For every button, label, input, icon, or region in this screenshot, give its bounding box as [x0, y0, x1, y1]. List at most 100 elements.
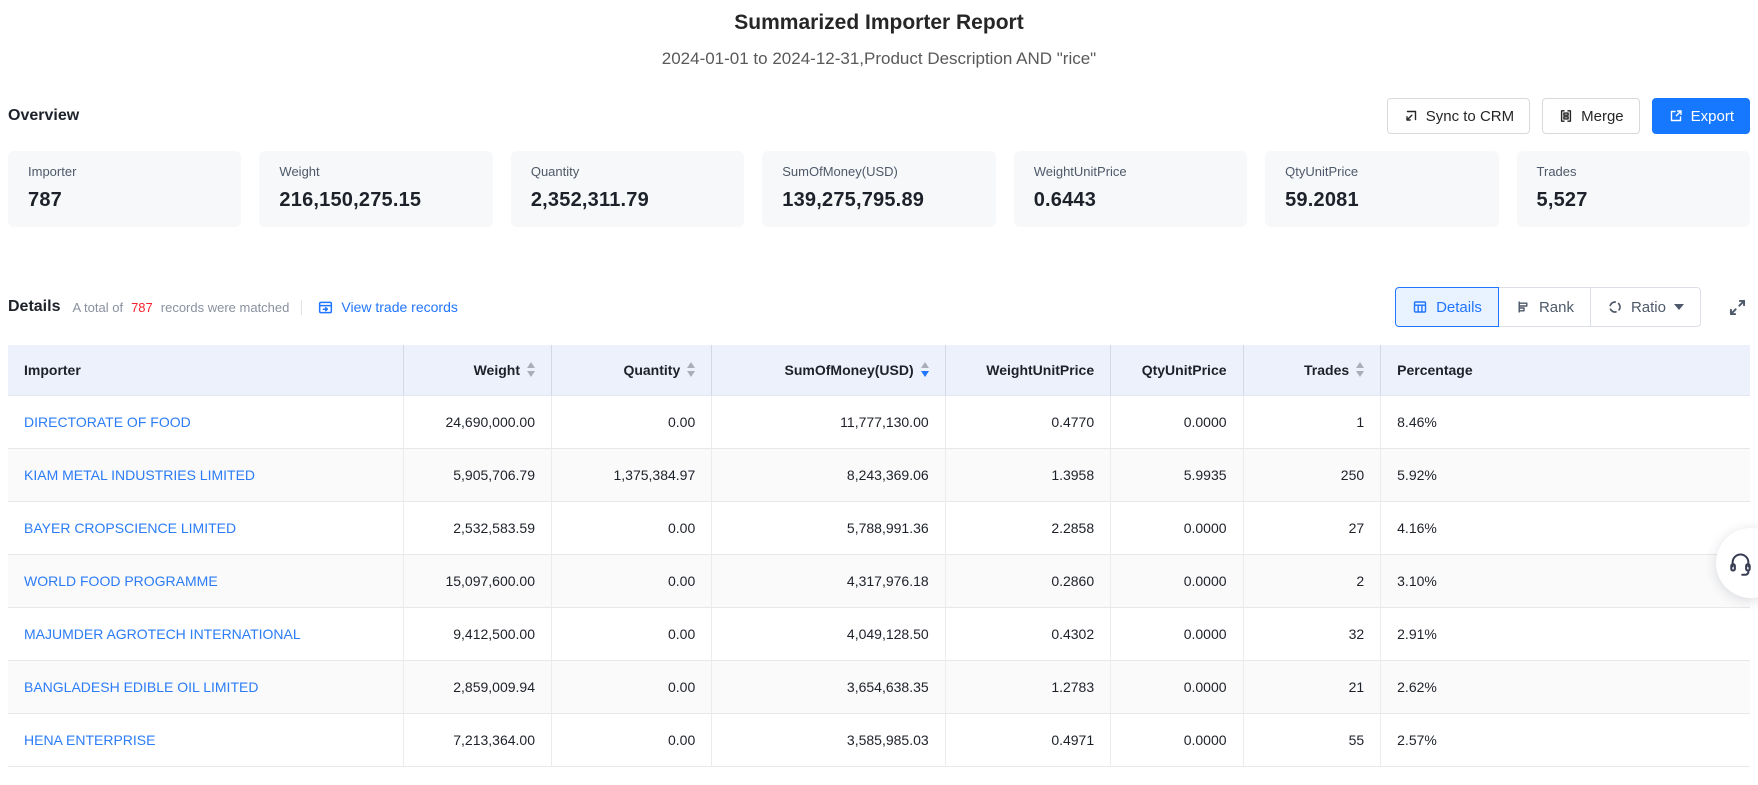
- sort-control[interactable]: [687, 362, 695, 377]
- view-trade-records-link[interactable]: View trade records: [317, 299, 457, 316]
- sort-desc-icon[interactable]: [1356, 371, 1364, 377]
- column-header-weight[interactable]: Weight: [403, 345, 551, 395]
- sort-asc-icon[interactable]: [921, 362, 929, 368]
- sort-control[interactable]: [1356, 362, 1364, 377]
- stat-card-sum-of-money: SumOfMoney(USD) 139,275,795.89: [762, 151, 995, 227]
- percentage-cell: 2.91%: [1381, 607, 1750, 660]
- importer-link[interactable]: BAYER CROPSCIENCE LIMITED: [24, 520, 236, 536]
- qty-unit-price-cell: 0.0000: [1111, 395, 1243, 448]
- sort-asc-icon[interactable]: [687, 362, 695, 368]
- stat-label: Trades: [1537, 164, 1730, 180]
- weight-unit-price-cell: 0.4302: [945, 607, 1110, 660]
- percentage-cell: 4.16%: [1381, 501, 1750, 554]
- overview-header-row: Overview Sync to CRM: [8, 98, 1750, 134]
- tab-ratio-view[interactable]: Ratio: [1590, 287, 1701, 327]
- caret-down-icon: [1674, 304, 1684, 310]
- sort-desc-icon[interactable]: [687, 371, 695, 377]
- records-matched-text: A total of 787 records were matched: [72, 300, 289, 315]
- details-header-row: Details A total of 787 records were matc…: [8, 287, 1750, 327]
- sum-of-money-cell: 3,654,638.35: [712, 660, 945, 713]
- table-row: BAYER CROPSCIENCE LIMITED 2,532,583.59 0…: [8, 501, 1750, 554]
- sync-to-crm-icon: [1403, 108, 1419, 124]
- qty-unit-price-cell: 5.9935: [1111, 448, 1243, 501]
- sync-to-crm-label: Sync to CRM: [1426, 108, 1514, 125]
- stat-value: 59.2081: [1285, 189, 1478, 212]
- trades-cell: 1: [1243, 395, 1381, 448]
- table-row: WORLD FOOD PROGRAMME 15,097,600.00 0.00 …: [8, 554, 1750, 607]
- stat-label: QtyUnitPrice: [1285, 164, 1478, 180]
- export-label: Export: [1691, 108, 1734, 125]
- percentage-cell: 2.62%: [1381, 660, 1750, 713]
- merge-button[interactable]: Merge: [1542, 98, 1640, 134]
- ratio-view-label: Ratio: [1631, 299, 1666, 316]
- percentage-cell: 2.57%: [1381, 713, 1750, 766]
- column-header-quantity[interactable]: Quantity: [551, 345, 711, 395]
- percentage-cell: 8.46%: [1381, 395, 1750, 448]
- page-title: Summarized Importer Report: [8, 10, 1750, 36]
- view-mode-segmented-control: Details Rank: [1395, 287, 1701, 327]
- vertical-divider: [301, 300, 302, 315]
- column-header-qty-unit-price: QtyUnitPrice: [1111, 345, 1243, 395]
- qty-unit-price-cell: 0.0000: [1111, 554, 1243, 607]
- table-header-row: Importer Weight Quantity SumOfMoney(USD): [8, 345, 1750, 395]
- overview-stat-cards: Importer 787 Weight 216,150,275.15 Quant…: [8, 151, 1750, 227]
- sort-desc-icon-active[interactable]: [921, 371, 929, 377]
- quantity-cell: 0.00: [551, 395, 711, 448]
- weight-unit-price-cell: 1.2783: [945, 660, 1110, 713]
- sort-desc-icon[interactable]: [527, 371, 535, 377]
- sort-control[interactable]: [527, 362, 535, 377]
- quantity-cell: 0.00: [551, 501, 711, 554]
- export-button[interactable]: Export: [1652, 98, 1750, 134]
- qty-unit-price-cell: 0.0000: [1111, 713, 1243, 766]
- importer-link[interactable]: MAJUMDER AGROTECH INTERNATIONAL: [24, 626, 301, 642]
- sort-control[interactable]: [921, 362, 929, 377]
- weight-cell: 24,690,000.00: [403, 395, 551, 448]
- importer-link[interactable]: KIAM METAL INDUSTRIES LIMITED: [24, 467, 255, 483]
- importer-link[interactable]: BANGLADESH EDIBLE OIL LIMITED: [24, 679, 258, 695]
- column-header-trades[interactable]: Trades: [1243, 345, 1381, 395]
- weight-cell: 2,859,009.94: [403, 660, 551, 713]
- quantity-cell: 0.00: [551, 713, 711, 766]
- details-right-group: Details Rank: [1395, 287, 1750, 327]
- table-row: BANGLADESH EDIBLE OIL LIMITED 2,859,009.…: [8, 660, 1750, 713]
- trades-cell: 27: [1243, 501, 1381, 554]
- sum-of-money-cell: 8,243,369.06: [712, 448, 945, 501]
- sort-asc-icon[interactable]: [1356, 362, 1364, 368]
- trades-cell: 55: [1243, 713, 1381, 766]
- sync-to-crm-button[interactable]: Sync to CRM: [1387, 98, 1530, 134]
- overview-actions: Sync to CRM Merge: [1387, 98, 1750, 134]
- tab-details-view[interactable]: Details: [1395, 287, 1499, 327]
- stat-value: 787: [28, 189, 221, 212]
- weight-cell: 15,097,600.00: [403, 554, 551, 607]
- report-query-subtitle: 2024-01-01 to 2024-12-31,Product Descrip…: [8, 47, 1750, 71]
- merge-icon: [1558, 108, 1574, 124]
- stat-card-importer: Importer 787: [8, 151, 241, 227]
- table-row: KIAM METAL INDUSTRIES LIMITED 5,905,706.…: [8, 448, 1750, 501]
- qty-unit-price-cell: 0.0000: [1111, 607, 1243, 660]
- rank-view-icon: [1515, 299, 1531, 315]
- fullscreen-icon: [1727, 297, 1748, 318]
- weight-unit-price-cell: 0.2860: [945, 554, 1110, 607]
- quantity-cell: 1,375,384.97: [551, 448, 711, 501]
- stat-card-qty-unit-price: QtyUnitPrice 59.2081: [1265, 151, 1498, 227]
- weight-unit-price-cell: 0.4971: [945, 713, 1110, 766]
- sum-of-money-cell: 11,777,130.00: [712, 395, 945, 448]
- column-header-percentage: Percentage: [1381, 345, 1750, 395]
- summarized-importer-report-page: Summarized Importer Report 2024-01-01 to…: [0, 10, 1758, 785]
- total-prefix: A total of: [72, 300, 123, 315]
- column-header-sum-of-money[interactable]: SumOfMoney(USD): [712, 345, 945, 395]
- importer-link[interactable]: DIRECTORATE OF FOOD: [24, 414, 191, 430]
- sort-asc-icon[interactable]: [527, 362, 535, 368]
- importer-link[interactable]: WORLD FOOD PROGRAMME: [24, 573, 218, 589]
- importer-link[interactable]: HENA ENTERPRISE: [24, 732, 155, 748]
- quantity-cell: 0.00: [551, 607, 711, 660]
- tab-rank-view[interactable]: Rank: [1498, 287, 1591, 327]
- importer-details-table: Importer Weight Quantity SumOfMoney(USD): [8, 345, 1750, 767]
- trades-cell: 21: [1243, 660, 1381, 713]
- fullscreen-button[interactable]: [1725, 295, 1750, 320]
- view-trade-records-icon: [317, 299, 334, 316]
- trades-cell: 250: [1243, 448, 1381, 501]
- percentage-cell: 5.92%: [1381, 448, 1750, 501]
- rank-view-label: Rank: [1539, 299, 1574, 316]
- ratio-view-icon: [1607, 299, 1623, 315]
